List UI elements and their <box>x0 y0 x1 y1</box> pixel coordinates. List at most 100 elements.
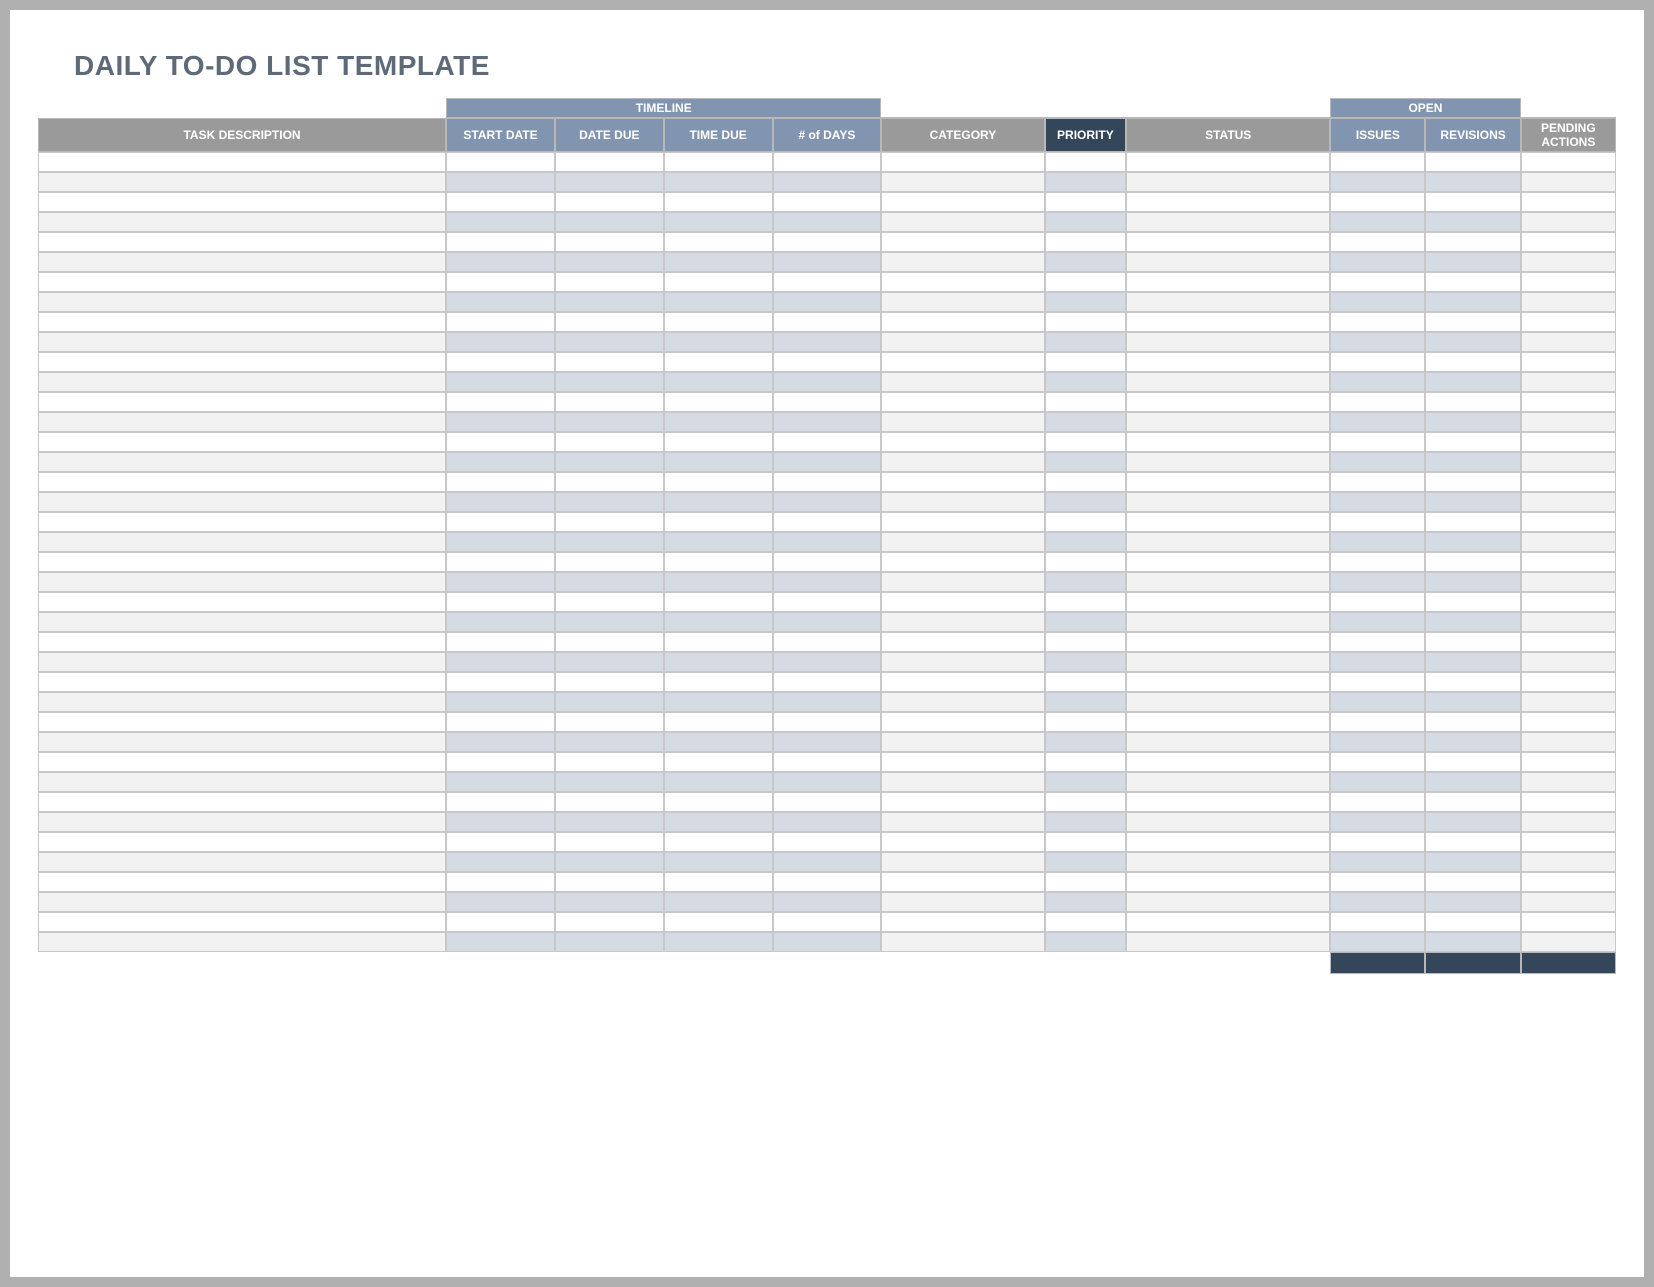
cell-task-description[interactable] <box>38 412 446 432</box>
cell-num-days[interactable] <box>773 232 882 252</box>
cell-priority[interactable] <box>1045 832 1127 852</box>
cell-num-days[interactable] <box>773 592 882 612</box>
cell-priority[interactable] <box>1045 272 1127 292</box>
table-row[interactable] <box>38 832 1616 852</box>
cell-time-due[interactable] <box>664 712 773 732</box>
cell-num-days[interactable] <box>773 752 882 772</box>
cell-start-date[interactable] <box>446 532 555 552</box>
cell-issues[interactable] <box>1330 812 1425 832</box>
cell-start-date[interactable] <box>446 852 555 872</box>
table-row[interactable] <box>38 572 1616 592</box>
table-row[interactable] <box>38 452 1616 472</box>
cell-pending-actions[interactable] <box>1521 792 1616 812</box>
cell-pending-actions[interactable] <box>1521 572 1616 592</box>
cell-priority[interactable] <box>1045 252 1127 272</box>
cell-category[interactable] <box>881 412 1044 432</box>
cell-pending-actions[interactable] <box>1521 452 1616 472</box>
cell-time-due[interactable] <box>664 592 773 612</box>
cell-start-date[interactable] <box>446 632 555 652</box>
cell-priority[interactable] <box>1045 492 1127 512</box>
cell-priority[interactable] <box>1045 152 1127 172</box>
cell-time-due[interactable] <box>664 492 773 512</box>
cell-priority[interactable] <box>1045 352 1127 372</box>
cell-status[interactable] <box>1126 632 1330 652</box>
cell-issues[interactable] <box>1330 712 1425 732</box>
cell-category[interactable] <box>881 612 1044 632</box>
cell-issues[interactable] <box>1330 332 1425 352</box>
cell-date-due[interactable] <box>555 352 664 372</box>
cell-date-due[interactable] <box>555 792 664 812</box>
cell-issues[interactable] <box>1330 352 1425 372</box>
cell-category[interactable] <box>881 832 1044 852</box>
cell-time-due[interactable] <box>664 472 773 492</box>
cell-task-description[interactable] <box>38 872 446 892</box>
cell-time-due[interactable] <box>664 912 773 932</box>
cell-task-description[interactable] <box>38 532 446 552</box>
cell-category[interactable] <box>881 652 1044 672</box>
cell-revisions[interactable] <box>1425 872 1520 892</box>
table-row[interactable] <box>38 432 1616 452</box>
cell-time-due[interactable] <box>664 732 773 752</box>
cell-time-due[interactable] <box>664 612 773 632</box>
cell-revisions[interactable] <box>1425 172 1520 192</box>
cell-task-description[interactable] <box>38 852 446 872</box>
cell-task-description[interactable] <box>38 312 446 332</box>
cell-issues[interactable] <box>1330 452 1425 472</box>
cell-start-date[interactable] <box>446 812 555 832</box>
cell-time-due[interactable] <box>664 512 773 532</box>
table-row[interactable] <box>38 672 1616 692</box>
cell-revisions[interactable] <box>1425 692 1520 712</box>
cell-priority[interactable] <box>1045 232 1127 252</box>
cell-num-days[interactable] <box>773 832 882 852</box>
cell-status[interactable] <box>1126 812 1330 832</box>
cell-category[interactable] <box>881 732 1044 752</box>
cell-task-description[interactable] <box>38 572 446 592</box>
cell-date-due[interactable] <box>555 912 664 932</box>
cell-status[interactable] <box>1126 672 1330 692</box>
cell-start-date[interactable] <box>446 492 555 512</box>
cell-num-days[interactable] <box>773 152 882 172</box>
cell-revisions[interactable] <box>1425 912 1520 932</box>
cell-status[interactable] <box>1126 352 1330 372</box>
cell-date-due[interactable] <box>555 412 664 432</box>
cell-time-due[interactable] <box>664 792 773 812</box>
cell-date-due[interactable] <box>555 232 664 252</box>
cell-revisions[interactable] <box>1425 352 1520 372</box>
cell-num-days[interactable] <box>773 932 882 952</box>
cell-start-date[interactable] <box>446 572 555 592</box>
cell-num-days[interactable] <box>773 572 882 592</box>
cell-status[interactable] <box>1126 552 1330 572</box>
cell-num-days[interactable] <box>773 432 882 452</box>
cell-task-description[interactable] <box>38 932 446 952</box>
cell-num-days[interactable] <box>773 352 882 372</box>
cell-date-due[interactable] <box>555 672 664 692</box>
cell-issues[interactable] <box>1330 252 1425 272</box>
table-row[interactable] <box>38 372 1616 392</box>
cell-date-due[interactable] <box>555 272 664 292</box>
cell-priority[interactable] <box>1045 732 1127 752</box>
cell-num-days[interactable] <box>773 772 882 792</box>
table-row[interactable] <box>38 192 1616 212</box>
cell-priority[interactable] <box>1045 212 1127 232</box>
cell-pending-actions[interactable] <box>1521 612 1616 632</box>
cell-priority[interactable] <box>1045 632 1127 652</box>
cell-time-due[interactable] <box>664 692 773 712</box>
cell-start-date[interactable] <box>446 792 555 812</box>
table-row[interactable] <box>38 512 1616 532</box>
cell-issues[interactable] <box>1330 412 1425 432</box>
cell-start-date[interactable] <box>446 712 555 732</box>
cell-category[interactable] <box>881 792 1044 812</box>
cell-num-days[interactable] <box>773 912 882 932</box>
cell-issues[interactable] <box>1330 872 1425 892</box>
cell-time-due[interactable] <box>664 332 773 352</box>
cell-start-date[interactable] <box>446 192 555 212</box>
cell-status[interactable] <box>1126 612 1330 632</box>
cell-time-due[interactable] <box>664 412 773 432</box>
cell-revisions[interactable] <box>1425 552 1520 572</box>
table-row[interactable] <box>38 812 1616 832</box>
cell-pending-actions[interactable] <box>1521 172 1616 192</box>
table-row[interactable] <box>38 872 1616 892</box>
cell-date-due[interactable] <box>555 692 664 712</box>
cell-priority[interactable] <box>1045 452 1127 472</box>
cell-task-description[interactable] <box>38 252 446 272</box>
